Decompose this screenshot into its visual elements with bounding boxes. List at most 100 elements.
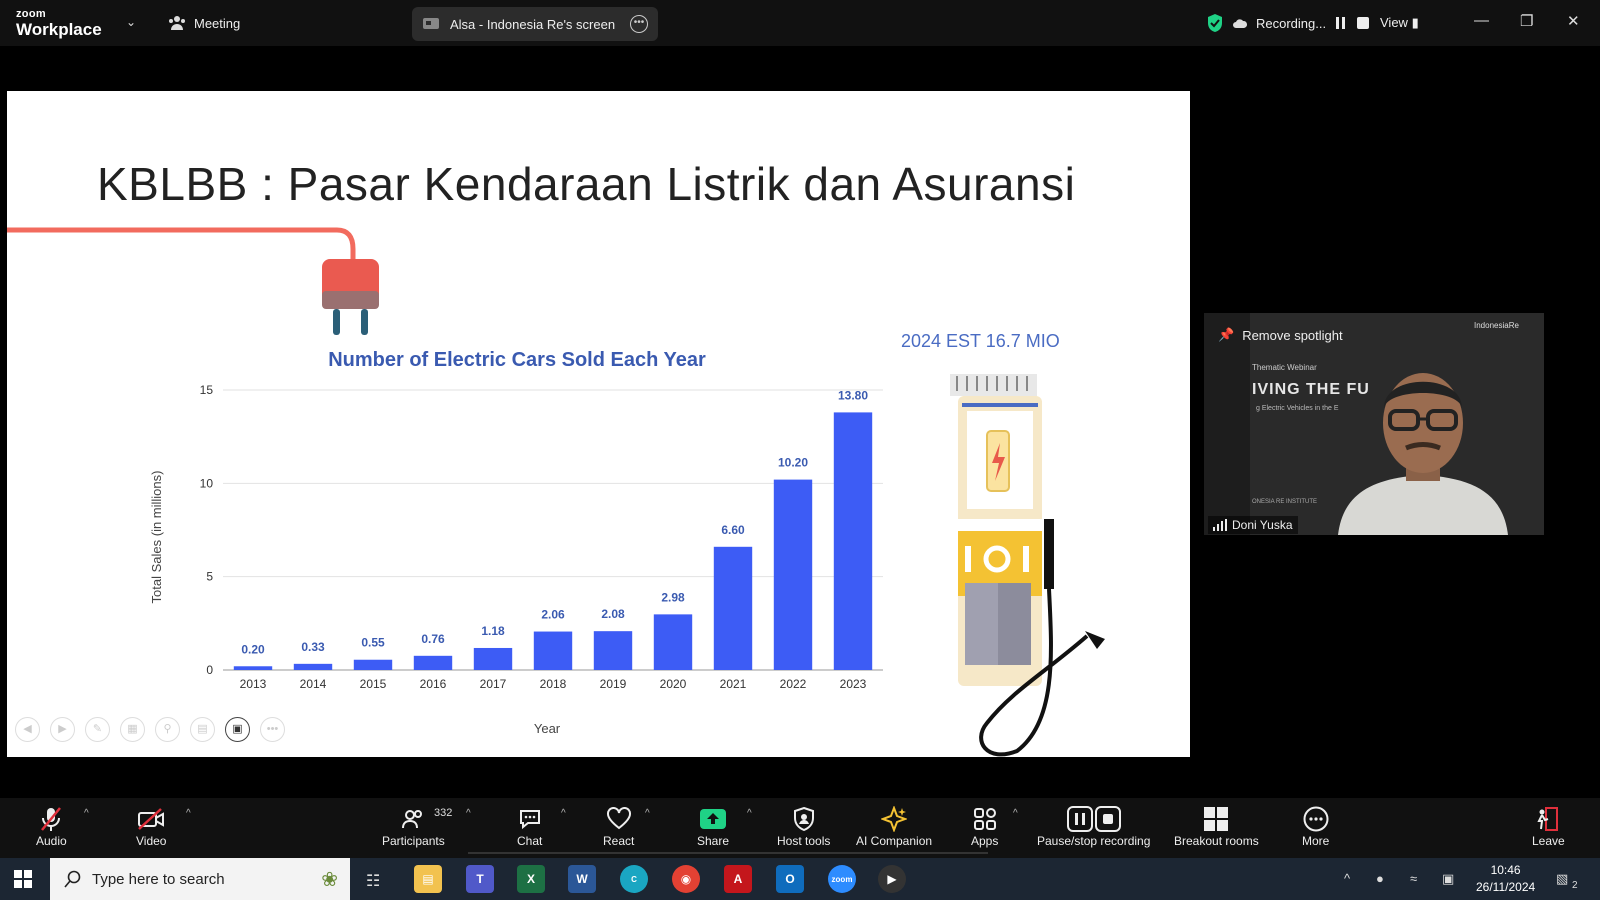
screen-share-indicator[interactable]: Alsa - Indonesia Re's screen ••• [412,7,658,41]
breakout-rooms-label: Breakout rooms [1174,834,1259,848]
shared-slide: KBLBB : Pasar Kendaraan Listrik dan Asur… [7,91,1190,757]
value-label-2015: 0.55 [361,636,385,650]
spotlight-video-tile[interactable]: Thematic Webinar IVING THE FU g Electric… [1204,313,1544,535]
outlook-icon[interactable]: O [776,865,804,893]
file-explorer-icon[interactable]: ▤ [414,865,442,893]
charging-station-illustration [950,374,1105,757]
pause-stop-icon [1066,806,1121,832]
cloud-icon [1233,19,1248,28]
network-icon[interactable]: ≈ [1410,871,1417,886]
y-tick-label: 15 [200,383,214,397]
react-button[interactable]: React [603,804,634,848]
more-label: More [1302,834,1330,848]
zoom-in-icon[interactable]: ⚲ [155,717,180,742]
react-label: React [603,834,635,848]
pause-stop-recording-button[interactable]: Pause/stop recording [1037,804,1150,848]
minimize-icon[interactable]: — [1474,12,1489,29]
ev-sales-chart: Number of Electric Cars Sold Each Year T… [149,349,1105,757]
leave-door-icon [1537,807,1559,831]
shield-check-icon [1208,14,1222,32]
share-button[interactable]: Share [697,804,729,848]
breakout-rooms-button[interactable]: Breakout rooms [1174,804,1259,848]
previous-slide-icon[interactable]: ◀ [15,717,40,742]
next-slide-icon[interactable]: ▶ [50,717,75,742]
value-label-2023: 13.80 [838,388,868,402]
more-options-icon[interactable]: ••• [630,15,648,33]
excel-icon[interactable]: X [517,865,545,893]
ai-companion-button[interactable]: AI Companion [856,804,932,848]
logo-workplace-text: Workplace [16,20,102,39]
audio-label: Audio [36,834,67,848]
pause-stop-label: Pause/stop recording [1037,834,1151,848]
video-options-caret-icon[interactable]: ^ [186,808,191,819]
media-player-icon[interactable]: ▶ [878,865,906,893]
audio-options-caret-icon[interactable]: ^ [84,808,89,819]
apps-options-caret-icon[interactable]: ^ [1013,808,1018,819]
meeting-toolbar: Audio ^ Video ^ Participants 332 ^ Chat … [0,798,1600,858]
restore-icon[interactable]: ❐ [1520,12,1533,30]
acrobat-icon[interactable]: A [724,865,752,893]
x-tick-label-2015: 2015 [360,677,387,691]
x-tick-label-2020: 2020 [660,677,687,691]
word-icon[interactable]: W [568,865,596,893]
leave-button[interactable]: Leave [1532,804,1565,848]
close-icon[interactable]: ✕ [1567,12,1580,30]
bar-2022 [773,479,813,670]
subtitles-icon[interactable]: ▤ [190,717,215,742]
taskbar-search-box[interactable]: Type here to search ❀ [50,858,350,900]
x-tick-label-2016: 2016 [420,677,447,691]
zoom-app-icon[interactable]: zoom [828,865,856,893]
slides-grid-icon[interactable]: ▦ [120,717,145,742]
windows-start-icon[interactable] [14,870,32,888]
video-label: Video [136,834,167,848]
pause-icon[interactable] [1334,16,1348,30]
remove-spotlight-label: Remove spotlight [1242,327,1343,343]
participants-options-caret-icon[interactable]: ^ [466,808,471,819]
y-axis-label: Total Sales (in millions) [149,471,164,604]
participants-icon [402,810,423,829]
chevron-down-icon[interactable]: ⌄ [126,15,136,29]
microphone-tray-icon[interactable]: ● [1376,871,1384,886]
chat-icon [519,810,540,830]
stop-icon[interactable] [1356,16,1370,30]
title-bar: zoom Workplace ⌄ Meeting Alsa - Indonesi… [0,0,1600,46]
pen-icon[interactable]: ✎ [85,717,110,742]
screen-share-icon [423,18,439,29]
show-hidden-icons-icon[interactable]: ^ [1344,871,1350,886]
system-clock[interactable]: 10:46 26/11/2024 [1476,862,1535,896]
x-tick-label-2013: 2013 [240,677,267,691]
participant-name: Doni Yuska [1232,518,1293,532]
value-label-2013: 0.20 [241,642,265,656]
teams-icon[interactable]: T [466,865,494,893]
more-button[interactable]: More [1302,804,1329,848]
notification-icon[interactable]: ▧ [1556,871,1568,887]
react-options-caret-icon[interactable]: ^ [645,808,650,819]
chrome-icon[interactable]: ◉ [672,865,700,893]
host-tools-label: Host tools [777,834,831,848]
chat-options-caret-icon[interactable]: ^ [561,808,566,819]
bar-2019 [593,631,633,670]
meeting-menu[interactable]: Meeting [168,15,240,31]
remove-spotlight-button[interactable]: 📌 Remove spotlight [1218,327,1343,343]
bar-2018 [533,631,573,670]
display-icon[interactable]: ▣ [1442,871,1454,887]
windows-taskbar: Type here to search ❀ ☷ ▤ T X W C ◉ A O … [0,858,1600,900]
ai-companion-label: AI Companion [856,834,933,848]
video-button[interactable]: Video [136,804,166,848]
share-options-caret-icon[interactable]: ^ [747,808,752,819]
chat-button[interactable]: Chat [517,804,542,848]
value-label-2022: 10.20 [778,456,808,470]
host-tools-button[interactable]: Host tools [777,804,830,848]
view-button[interactable]: View ▮ [1380,15,1419,31]
bar-2021 [713,546,753,670]
bar-2015 [353,659,393,670]
audio-button[interactable]: Audio [36,804,67,848]
value-label-2018: 2.06 [541,608,565,622]
recording-indicator[interactable]: Recording... [1206,13,1370,33]
apps-button[interactable]: Apps [971,804,998,848]
more-slide-options-icon[interactable]: ••• [260,717,285,742]
camera-icon[interactable]: ▣ [225,717,250,742]
canva-icon[interactable]: C [620,865,648,893]
clock-date: 26/11/2024 [1476,880,1536,894]
task-view-icon[interactable]: ☷ [366,871,380,891]
